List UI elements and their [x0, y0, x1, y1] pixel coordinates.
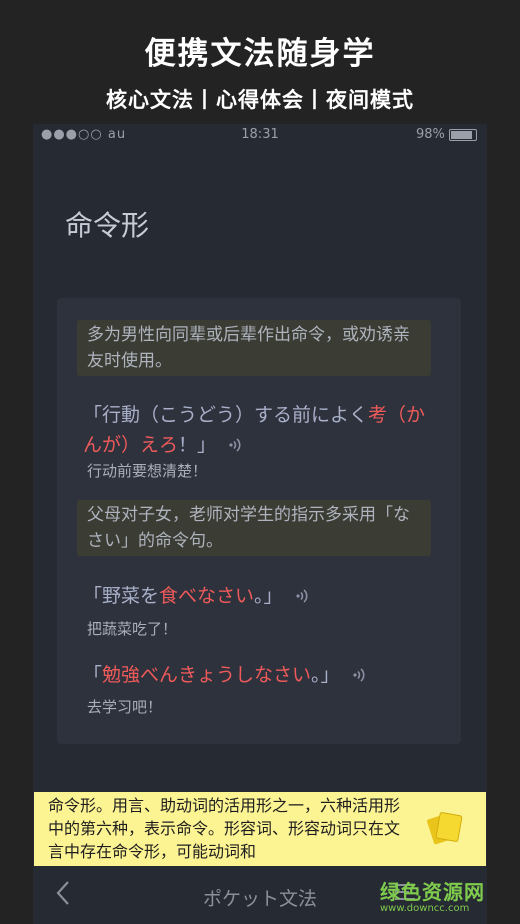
- example-text: 「: [83, 664, 103, 686]
- promo-subtitle: 核心文法丨心得体会丨夜间模式: [106, 88, 414, 112]
- watermark-url: www.downcc.com: [380, 903, 470, 914]
- example-text: ！」: [178, 434, 217, 456]
- example-text: 「野菜を: [83, 585, 160, 607]
- definition-popup[interactable]: 命令形。用言、助动词的活用形之一，六种活用形中的第六种，表示命令。形容词、形容动…: [34, 792, 486, 866]
- watermark-title: 绿色资源网: [380, 880, 485, 904]
- example-translation: 把蔬菜吃了！: [87, 620, 178, 638]
- example-translation: 行动前要想清楚！: [87, 462, 208, 480]
- example-sentence[interactable]: 「勉強べんきょうしなさい。」: [83, 660, 366, 691]
- watermark: 绿色资源网 www.downcc.com: [380, 876, 510, 914]
- usage-note: 多为男性向同辈或后辈作出命令，或劝诱亲友时使用。: [77, 320, 431, 376]
- speaker-icon[interactable]: [228, 431, 242, 461]
- example-text: 。」: [311, 664, 340, 686]
- example-translation: 去学习吧！: [87, 698, 163, 716]
- example-sentence[interactable]: 「行動（こうどう）する前によく考（かんが）えろ！」: [83, 400, 443, 461]
- speaker-icon[interactable]: [295, 582, 309, 612]
- highlighted-verb: 食べなさい: [159, 585, 255, 607]
- battery-status: 98%: [416, 127, 477, 142]
- example-sentence[interactable]: 「野菜を食べなさい。」: [83, 581, 309, 612]
- example-text: 「行動（こうどう）する前によく: [83, 404, 369, 426]
- speaker-icon[interactable]: [352, 661, 366, 691]
- lesson-card: 多为男性向同辈或后辈作出命令，或劝诱亲友时使用。 「行動（こうどう）する前によく…: [57, 298, 461, 744]
- status-bar: ●●●○○ au 18:31 98%: [33, 124, 487, 146]
- highlighted-verb: 勉強べんきょうしなさい: [102, 664, 312, 686]
- promo-title: 便携文法随身学: [144, 36, 376, 72]
- flashcards-icon[interactable]: [426, 808, 466, 850]
- battery-icon: [449, 128, 477, 141]
- usage-note: 父母对子女，老师对学生的指示多采用「なさい」的命令句。: [77, 500, 431, 556]
- definition-text: 命令形。用言、助动词的活用形之一，六种活用形中的第六种，表示命令。形容词、形容动…: [48, 796, 401, 861]
- example-text: 。」: [254, 585, 283, 607]
- battery-percent: 98%: [415, 127, 445, 142]
- page-title: 命令形: [65, 209, 150, 242]
